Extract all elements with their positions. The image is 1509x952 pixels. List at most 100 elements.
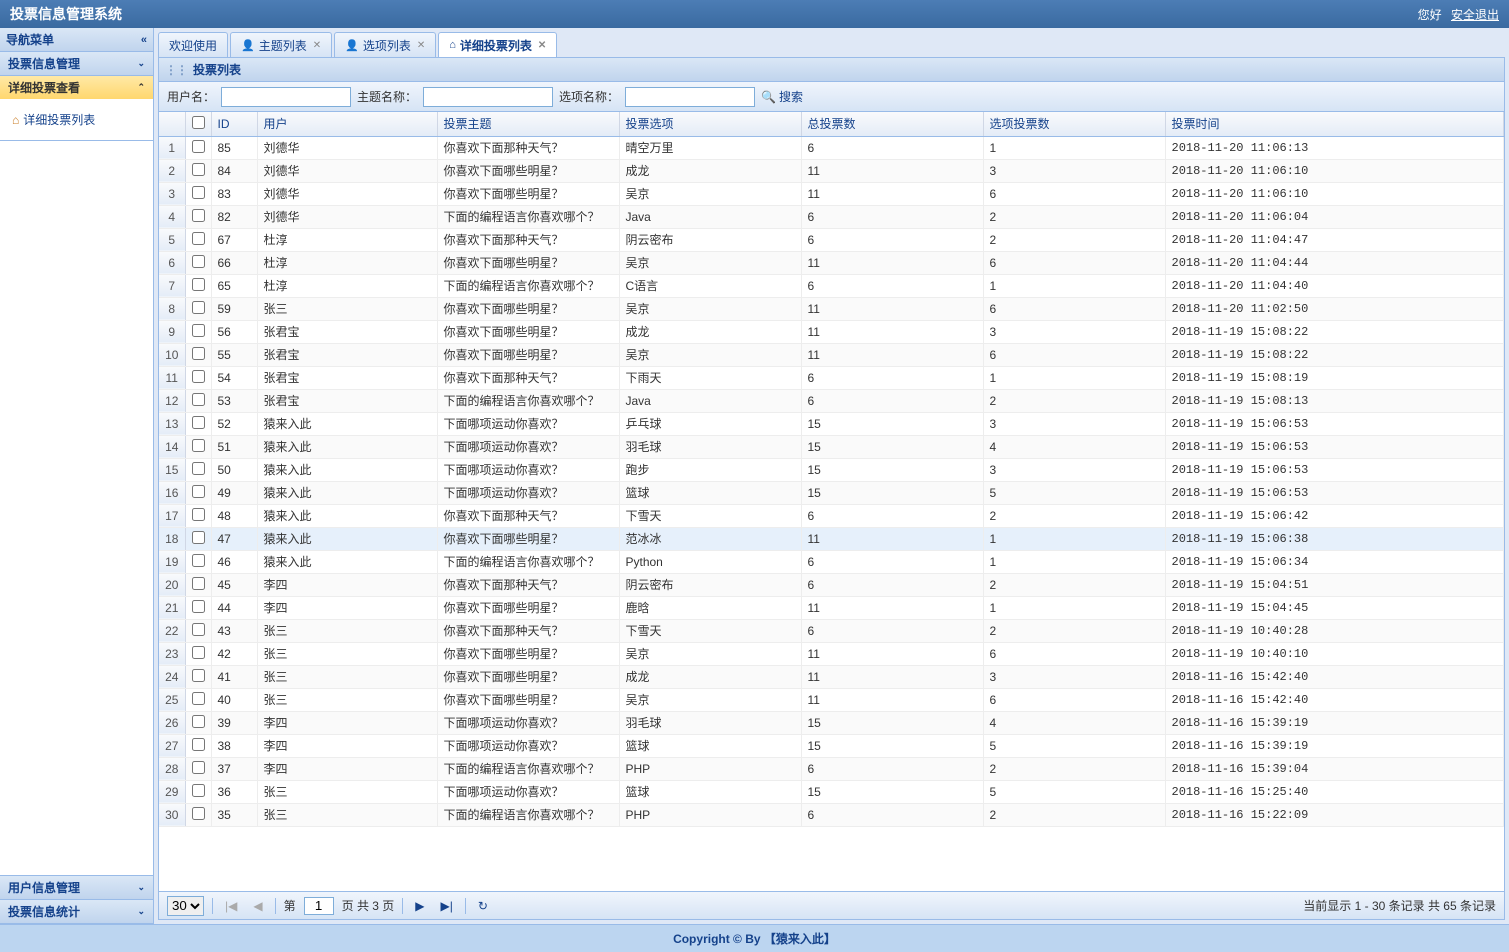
table-row[interactable]: 2441张三你喜欢下面哪些明星？成龙1132018-11-16 15:42:40 (159, 665, 1504, 688)
table-row[interactable]: 956张君宝你喜欢下面哪些明星？成龙1132018-11-19 15:08:22 (159, 320, 1504, 343)
accordion-detail-view[interactable]: 详细投票查看 ⌃ (0, 76, 153, 99)
table-row[interactable]: 1550猿来入此下面哪项运动你喜欢？跑步1532018-11-19 15:06:… (159, 458, 1504, 481)
row-checkbox[interactable] (185, 734, 211, 757)
close-icon[interactable]: ✕ (313, 40, 321, 51)
cell-id: 51 (211, 435, 257, 458)
accordion-vote-manage[interactable]: 投票信息管理 ⌄ (0, 52, 153, 75)
cell-option-votes: 2 (983, 573, 1165, 596)
row-checkbox[interactable] (185, 274, 211, 297)
table-row[interactable]: 1748猿来入此你喜欢下面那种天气？下雪天622018-11-19 15:06:… (159, 504, 1504, 527)
row-checkbox[interactable] (185, 412, 211, 435)
table-row[interactable]: 482刘德华下面的编程语言你喜欢哪个？Java622018-11-20 11:0… (159, 205, 1504, 228)
table-row[interactable]: 284刘德华你喜欢下面哪些明星？成龙1132018-11-20 11:06:10 (159, 159, 1504, 182)
row-checkbox[interactable] (185, 389, 211, 412)
last-page-button[interactable]: ▶| (437, 899, 457, 913)
row-checkbox[interactable] (185, 665, 211, 688)
cell-topic: 你喜欢下面那种天气？ (437, 504, 619, 527)
col-header[interactable]: 投票选项 (619, 112, 801, 136)
row-checkbox[interactable] (185, 159, 211, 182)
col-header[interactable]: ID (211, 112, 257, 136)
table-row[interactable]: 2738李四下面哪项运动你喜欢？篮球1552018-11-16 15:39:19 (159, 734, 1504, 757)
accordion-user-manage[interactable]: 用户信息管理 ⌄ (0, 876, 153, 899)
next-page-button[interactable]: ▶ (411, 899, 428, 913)
row-checkbox[interactable] (185, 205, 211, 228)
page-input[interactable] (304, 897, 334, 915)
tree-item-detail-vote-list[interactable]: ⌂ 详细投票列表 (8, 107, 145, 132)
table-row[interactable]: 1253张君宝下面的编程语言你喜欢哪个？Java622018-11-19 15:… (159, 389, 1504, 412)
row-number: 13 (159, 412, 185, 435)
col-header[interactable]: 总投票数 (801, 112, 983, 136)
row-checkbox[interactable] (185, 228, 211, 251)
user-input[interactable] (221, 87, 351, 107)
col-header[interactable]: 投票主题 (437, 112, 619, 136)
table-row[interactable]: 2342张三你喜欢下面哪些明星？吴京1162018-11-19 10:40:10 (159, 642, 1504, 665)
row-checkbox[interactable] (185, 251, 211, 274)
close-icon[interactable]: ✕ (417, 40, 425, 51)
row-checkbox[interactable] (185, 504, 211, 527)
prev-page-button[interactable]: ◀ (249, 899, 266, 913)
table-row[interactable]: 2837李四下面的编程语言你喜欢哪个？PHP622018-11-16 15:39… (159, 757, 1504, 780)
cell-option: 篮球 (619, 734, 801, 757)
table-row[interactable]: 2045李四你喜欢下面那种天气？阴云密布622018-11-19 15:04:5… (159, 573, 1504, 596)
row-checkbox[interactable] (185, 688, 211, 711)
tab-详细投票列表[interactable]: ⌂详细投票列表✕ (438, 32, 557, 57)
row-checkbox[interactable] (185, 136, 211, 159)
table-row[interactable]: 2144李四你喜欢下面哪些明星？鹿晗1112018-11-19 15:04:45 (159, 596, 1504, 619)
row-checkbox[interactable] (185, 711, 211, 734)
table-row[interactable]: 1847猿来入此你喜欢下面哪些明星？范冰冰1112018-11-19 15:06… (159, 527, 1504, 550)
close-icon[interactable]: ✕ (538, 40, 546, 51)
table-row[interactable]: 2936张三下面哪项运动你喜欢？篮球1552018-11-16 15:25:40 (159, 780, 1504, 803)
col-header[interactable]: 用户 (257, 112, 437, 136)
tab-欢迎使用[interactable]: 欢迎使用 (158, 32, 228, 57)
first-page-button[interactable]: |◀ (221, 899, 241, 913)
tab-选项列表[interactable]: 👤选项列表✕ (334, 32, 436, 57)
table-row[interactable]: 567杜淳你喜欢下面那种天气？阴云密布622018-11-20 11:04:47 (159, 228, 1504, 251)
table-row[interactable]: 859张三你喜欢下面哪些明星？吴京1162018-11-20 11:02:50 (159, 297, 1504, 320)
user-label: 用户名： (167, 88, 215, 105)
row-checkbox[interactable] (185, 803, 211, 826)
topic-input[interactable] (423, 87, 553, 107)
table-row[interactable]: 3035张三下面的编程语言你喜欢哪个？PHP622018-11-16 15:22… (159, 803, 1504, 826)
table-row[interactable]: 765杜淳下面的编程语言你喜欢哪个？C语言612018-11-20 11:04:… (159, 274, 1504, 297)
row-checkbox[interactable] (185, 757, 211, 780)
table-row[interactable]: 666杜淳你喜欢下面哪些明星？吴京1162018-11-20 11:04:44 (159, 251, 1504, 274)
refresh-button[interactable]: ↻ (474, 899, 492, 913)
accordion-vote-stats[interactable]: 投票信息统计 ⌄ (0, 900, 153, 923)
row-checkbox[interactable] (185, 596, 211, 619)
tab-主题列表[interactable]: 👤主题列表✕ (230, 32, 332, 57)
tree-item-label: 详细投票列表 (23, 111, 95, 128)
row-checkbox[interactable] (185, 435, 211, 458)
table-row[interactable]: 1154张君宝你喜欢下面那种天气？下雨天612018-11-19 15:08:1… (159, 366, 1504, 389)
table-row[interactable]: 383刘德华你喜欢下面哪些明星？吴京1162018-11-20 11:06:10 (159, 182, 1504, 205)
table-row[interactable]: 2540张三你喜欢下面哪些明星？吴京1162018-11-16 15:42:40 (159, 688, 1504, 711)
row-checkbox[interactable] (185, 366, 211, 389)
row-checkbox[interactable] (185, 182, 211, 205)
option-input[interactable] (625, 87, 755, 107)
collapse-icon[interactable]: « (141, 34, 147, 46)
table-row[interactable]: 1352猿来入此下面哪项运动你喜欢？乒乓球1532018-11-19 15:06… (159, 412, 1504, 435)
table-row[interactable]: 185刘德华你喜欢下面那种天气？晴空万里612018-11-20 11:06:1… (159, 136, 1504, 159)
row-checkbox[interactable] (185, 573, 211, 596)
row-checkbox[interactable] (185, 527, 211, 550)
search-button[interactable]: 🔍 搜索 (761, 88, 803, 105)
page-size-select[interactable]: 30 (167, 896, 204, 916)
table-row[interactable]: 1055张君宝你喜欢下面哪些明星？吴京1162018-11-19 15:08:2… (159, 343, 1504, 366)
row-checkbox[interactable] (185, 320, 211, 343)
row-checkbox[interactable] (185, 297, 211, 320)
table-row[interactable]: 1649猿来入此下面哪项运动你喜欢？篮球1552018-11-19 15:06:… (159, 481, 1504, 504)
col-checkbox[interactable] (185, 112, 211, 136)
row-checkbox[interactable] (185, 458, 211, 481)
row-checkbox[interactable] (185, 619, 211, 642)
table-row[interactable]: 2243张三你喜欢下面那种天气？下雪天622018-11-19 10:40:28 (159, 619, 1504, 642)
row-checkbox[interactable] (185, 780, 211, 803)
row-checkbox[interactable] (185, 481, 211, 504)
col-header[interactable]: 投票时间 (1165, 112, 1504, 136)
table-row[interactable]: 1451猿来入此下面哪项运动你喜欢？羽毛球1542018-11-19 15:06… (159, 435, 1504, 458)
row-checkbox[interactable] (185, 550, 211, 573)
table-row[interactable]: 2639李四下面哪项运动你喜欢？羽毛球1542018-11-16 15:39:1… (159, 711, 1504, 734)
row-checkbox[interactable] (185, 642, 211, 665)
row-checkbox[interactable] (185, 343, 211, 366)
logout-link[interactable]: 安全退出 (1451, 8, 1499, 22)
col-header[interactable]: 选项投票数 (983, 112, 1165, 136)
table-row[interactable]: 1946猿来入此下面的编程语言你喜欢哪个？Python612018-11-19 … (159, 550, 1504, 573)
